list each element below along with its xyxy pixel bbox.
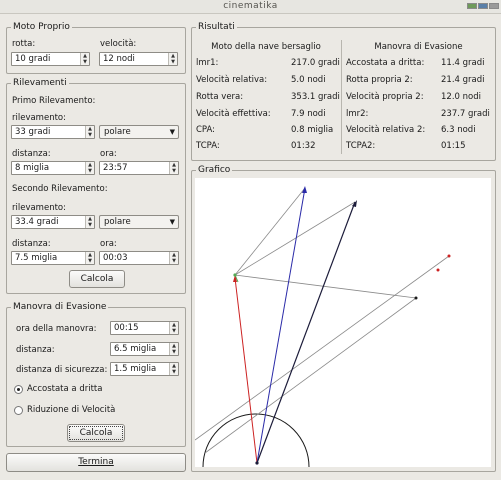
manovra-distanza-value: 6.5 miglia xyxy=(114,344,157,354)
primo-ora-value: 23:57 xyxy=(103,163,128,173)
title-bar: cinematika xyxy=(0,0,501,14)
evasion-vector xyxy=(256,201,356,464)
results-divider xyxy=(341,40,342,154)
secondo-rilevamento-label: rilevamento: xyxy=(12,203,66,213)
relative-motion-line xyxy=(234,274,417,299)
secondo-mode-select[interactable]: polare ▼ xyxy=(99,215,179,229)
ora-manovra-value: 00:15 xyxy=(114,323,139,333)
spin-down-icon[interactable]: ▼ xyxy=(170,328,178,334)
accostata-radio[interactable]: Accostata a dritta xyxy=(14,384,102,394)
primo-distanza-label: distanza: xyxy=(12,149,51,159)
plot-canvas xyxy=(194,178,491,468)
origin-point xyxy=(233,273,237,277)
spin-down-icon[interactable]: ▼ xyxy=(170,168,178,174)
termina-label: Termina xyxy=(78,457,114,467)
primo-distanza-spinbox[interactable]: 8 miglia ▲ ▼ xyxy=(11,161,95,175)
rotta-value: 10 gradi xyxy=(15,54,51,64)
chevron-down-icon: ▼ xyxy=(169,218,175,226)
secondo-mode-value: polare xyxy=(104,217,131,227)
termina-button[interactable]: Termina xyxy=(6,453,186,472)
bearing-point-1 xyxy=(447,254,451,258)
rotta-spinbox[interactable]: 10 gradi ▲ ▼ xyxy=(11,52,90,66)
own-ship-marker xyxy=(255,461,259,465)
manovra-calcola-button[interactable]: Calcola xyxy=(67,424,125,442)
spin-down-icon[interactable]: ▼ xyxy=(86,222,94,228)
minimize-button[interactable] xyxy=(467,3,477,9)
ora-manovra-spinbox[interactable]: 00:15 ▲ ▼ xyxy=(110,321,179,335)
ora-manovra-label: ora della manovra: xyxy=(16,324,97,334)
secondo-rilevamento-value: 33.4 gradi xyxy=(15,217,59,227)
secondo-distanza-value: 7.5 miglia xyxy=(15,253,58,263)
manovra-distanza-spinbox[interactable]: 6.5 miglia ▲ ▼ xyxy=(110,342,179,356)
primo-rilevamento-spinbox[interactable]: 33 gradi ▲ ▼ xyxy=(11,125,95,139)
risultati-legend: Risultati xyxy=(198,22,235,32)
moto-proprio-legend: Moto Proprio xyxy=(13,22,70,32)
spin-down-icon[interactable]: ▼ xyxy=(86,258,94,264)
velocita-label: velocità: xyxy=(100,39,137,49)
sicurezza-label: distanza di sicurezza: xyxy=(16,365,108,375)
manovra-distanza-label: distanza: xyxy=(16,345,55,355)
velocita-spinbox[interactable]: 12 nodi ▲ ▼ xyxy=(99,52,178,66)
safety-circle xyxy=(202,413,310,468)
relative-motion-line xyxy=(234,187,306,276)
left-heading: Moto della nave bersaglio xyxy=(211,42,321,52)
rilevamenti-calcola-button[interactable]: Calcola xyxy=(69,270,125,288)
primo-rilevamento-label: rilevamento: xyxy=(12,113,66,123)
spin-down-icon[interactable]: ▼ xyxy=(81,59,89,65)
primo-ora-spinbox[interactable]: 23:57 ▲ ▼ xyxy=(99,161,179,175)
secondo-ora-value: 00:03 xyxy=(103,253,128,263)
rilevamenti-legend: Rilevamenti xyxy=(13,78,67,88)
secondo-ora-spinbox[interactable]: 00:03 ▲ ▼ xyxy=(99,251,179,265)
bearing-point-2 xyxy=(436,268,440,272)
radio-unchecked-icon[interactable] xyxy=(14,405,23,415)
primo-heading: Primo Rilevamento: xyxy=(12,96,96,106)
right-heading: Manovra di Evasione xyxy=(374,42,463,52)
grafico-legend: Grafico xyxy=(198,165,231,175)
own-ship-vector xyxy=(234,277,258,464)
primo-ora-label: ora: xyxy=(100,149,117,159)
spin-down-icon[interactable]: ▼ xyxy=(169,59,177,65)
maneuver-plot xyxy=(194,186,451,468)
primo-mode-value: polare xyxy=(104,127,131,137)
spin-down-icon[interactable]: ▼ xyxy=(170,369,178,375)
secondo-rilevamento-spinbox[interactable]: 33.4 gradi ▲ ▼ xyxy=(11,215,95,229)
secondo-distanza-label: distanza: xyxy=(12,239,51,249)
accostata-label: Accostata a dritta xyxy=(27,384,103,394)
riduzione-label: Riduzione di Velocità xyxy=(27,405,116,415)
spin-down-icon[interactable]: ▼ xyxy=(86,168,94,174)
primo-mode-select[interactable]: polare ▼ xyxy=(99,125,179,139)
window-title: cinematika xyxy=(223,1,278,11)
primo-rilevamento-value: 33 gradi xyxy=(15,127,51,137)
secondo-heading: Secondo Rilevamento: xyxy=(12,184,108,194)
velocita-value: 12 nodi xyxy=(103,54,135,64)
arrow-head-icon xyxy=(302,186,307,193)
relative-motion-line xyxy=(194,255,450,441)
secondo-distanza-spinbox[interactable]: 7.5 miglia ▲ ▼ xyxy=(11,251,95,265)
spin-down-icon[interactable]: ▼ xyxy=(86,132,94,138)
riduzione-radio[interactable]: Riduzione di Velocità xyxy=(14,405,115,415)
manovra-legend: Manovra di Evasione xyxy=(13,302,107,312)
sicurezza-value: 1.5 miglia xyxy=(114,364,157,374)
chevron-down-icon: ▼ xyxy=(169,128,175,136)
radio-checked-icon[interactable] xyxy=(14,384,23,394)
spin-down-icon[interactable]: ▼ xyxy=(170,349,178,355)
relative-motion-line xyxy=(234,201,356,276)
spin-down-icon[interactable]: ▼ xyxy=(170,258,178,264)
maximize-button[interactable] xyxy=(478,3,488,9)
close-button[interactable] xyxy=(489,3,499,9)
secondo-ora-label: ora: xyxy=(100,239,117,249)
target-vector xyxy=(256,187,306,464)
window-controls xyxy=(467,3,499,9)
primo-distanza-value: 8 miglia xyxy=(15,163,50,173)
rotta-label: rotta: xyxy=(12,39,36,49)
maneuver-point xyxy=(414,296,418,300)
sicurezza-spinbox[interactable]: 1.5 miglia ▲ ▼ xyxy=(110,362,179,376)
